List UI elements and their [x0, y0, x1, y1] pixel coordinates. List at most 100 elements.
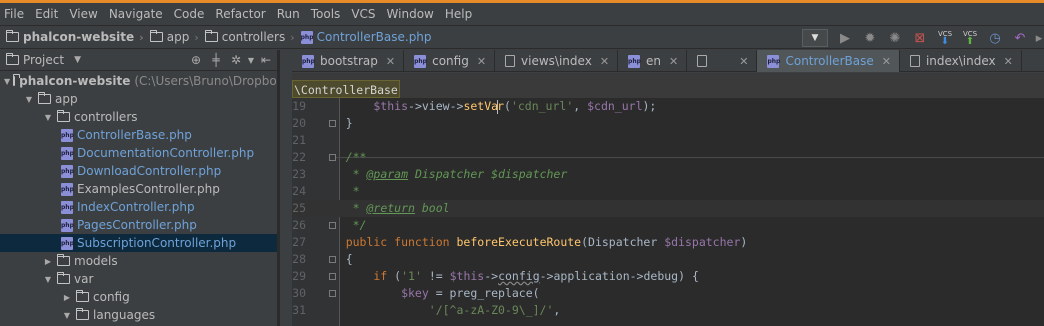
panel-divider[interactable] — [277, 50, 280, 326]
code-lines: 19 $this->view->setVar('cdn_url', $cdn_u… — [292, 98, 1044, 319]
code-line: 27 public function beforeExecuteRoute(Di… — [292, 234, 1044, 251]
chevron-right-icon[interactable]: ▶ — [61, 293, 73, 302]
php-file-icon: php — [61, 164, 74, 178]
coverage-icon[interactable]: ✺ — [884, 27, 906, 49]
debug-icon[interactable]: ✹ — [859, 27, 881, 49]
breadcrumb-item[interactable]: app › — [149, 30, 199, 44]
code-text: public function beforeExecuteRoute(Dispa… — [318, 234, 748, 251]
run-icon[interactable]: ▶ — [834, 27, 856, 49]
editor-tab[interactable]: php bootstrap ✕ — [292, 50, 405, 72]
menu-item-vcs[interactable]: VCS — [347, 7, 379, 21]
editor-tab[interactable]: ✕ — [687, 50, 758, 72]
close-icon[interactable]: ✕ — [669, 55, 678, 68]
tree-item[interactable]: php DownloadController.php — [0, 162, 277, 180]
folder-icon — [149, 30, 163, 42]
line-number: 20 — [292, 116, 306, 130]
overflow-icon[interactable]: ▸ — [1034, 27, 1044, 49]
tree-item[interactable]: php IndexController.php — [0, 198, 277, 216]
php-file-icon: php — [628, 54, 641, 68]
menu-item-file[interactable]: File — [0, 7, 28, 21]
chevron-down-icon[interactable]: ▼ — [4, 77, 10, 86]
editor-tab[interactable]: php config ✕ — [404, 50, 496, 72]
breadcrumb-item[interactable]: php ControllerBase.php — [300, 30, 432, 44]
tree-item-label: SubscriptionController.php — [77, 236, 237, 250]
tree-item-label: controllers — [74, 110, 138, 124]
code-token: , — [573, 99, 588, 113]
editor-tab[interactable]: index\index ✕ — [900, 50, 1022, 72]
tree-item[interactable]: php ControllerBase.php — [0, 126, 277, 144]
tree-item[interactable]: ▶ config — [0, 288, 277, 306]
menu-item-view[interactable]: View — [65, 7, 101, 21]
chevron-down-icon[interactable]: ▼ — [42, 113, 54, 122]
code-token: beforeExecuteRoute — [456, 235, 582, 249]
line-number: 23 — [292, 167, 306, 181]
project-view-selector[interactable]: Project ▼ — [6, 53, 186, 67]
tree-item[interactable]: ▶ models — [0, 252, 277, 270]
breadcrumb-item[interactable]: phalcon-website › — [6, 30, 144, 44]
code-editor[interactable]: \ControllerBase 19 $this->view->setVar('… — [292, 73, 1044, 326]
collapse-icon[interactable]: ╪ — [206, 53, 226, 67]
code-line: 21 — [292, 132, 1044, 149]
class-breadcrumb[interactable]: \ControllerBase — [292, 80, 400, 98]
code-token: @param — [366, 167, 409, 181]
close-icon[interactable]: ✕ — [477, 55, 486, 68]
run-configuration-dropdown[interactable]: ▼ — [802, 29, 828, 47]
editor-tab[interactable]: php ControllerBase ✕ — [757, 50, 900, 72]
project-tree: ▼ phalcon-website(C:\Users\Bruno\Dropbox\… — [0, 72, 277, 326]
chevron-down-icon[interactable]: ▼ — [61, 311, 73, 320]
breadcrumb-label: phalcon-website — [23, 30, 135, 44]
vcs-update-icon[interactable]: VCS ⬇ — [934, 27, 956, 49]
code-token: $cdn_url — [587, 99, 643, 113]
chevron-right-icon[interactable]: ▶ — [42, 257, 54, 266]
tree-item[interactable]: php PagesController.php — [0, 216, 277, 234]
tree-item[interactable]: ▼ controllers — [0, 108, 277, 126]
tree-item-label: DownloadController.php — [77, 164, 222, 178]
close-icon[interactable]: ✕ — [882, 55, 891, 68]
php-file-icon: php — [61, 236, 74, 250]
tree-item-label: IndexController.php — [77, 200, 195, 214]
hide-icon[interactable]: ⇤ — [256, 53, 276, 67]
sync-icon[interactable]: ⊕ — [186, 53, 206, 67]
breadcrumb-label: ControllerBase.php — [316, 30, 432, 44]
code-token: setVa — [463, 99, 499, 113]
tree-item[interactable]: ▼ phalcon-website(C:\Users\Bruno\Dropbox\… — [0, 72, 277, 90]
close-icon[interactable]: ✕ — [600, 55, 609, 68]
close-icon[interactable]: ✕ — [386, 55, 395, 68]
menu-item-run[interactable]: Run — [273, 7, 304, 21]
php-file-icon: php — [61, 128, 74, 142]
history-icon[interactable]: ◷ — [984, 27, 1006, 49]
menu-item-refactor[interactable]: Refactor — [211, 7, 269, 21]
tree-item[interactable]: php DocumentationController.php — [0, 144, 277, 162]
breadcrumb-label: controllers — [221, 30, 286, 44]
code-line: 24 * — [292, 183, 1044, 200]
close-icon[interactable]: ✕ — [739, 55, 748, 68]
menu-item-help[interactable]: Help — [441, 7, 476, 21]
code-token: ); — [642, 99, 657, 113]
chevron-down-icon[interactable]: ▼ — [246, 56, 256, 65]
breadcrumb-item[interactable]: controllers › — [204, 30, 295, 44]
tree-item[interactable]: ▼ app — [0, 90, 277, 108]
menu-item-navigate[interactable]: Navigate — [105, 7, 167, 21]
editor-tab[interactable]: views\index ✕ — [495, 50, 619, 72]
chevron-down-icon[interactable]: ▼ — [23, 95, 35, 104]
tree-item[interactable]: php ExamplesController.php — [0, 180, 277, 198]
tree-item[interactable]: ▼ languages — [0, 306, 277, 324]
menu-item-tools[interactable]: Tools — [307, 7, 345, 21]
editor-tab[interactable]: php en ✕ — [618, 50, 688, 72]
code-token: $key — [318, 286, 429, 300]
menu-item-code[interactable]: Code — [170, 7, 209, 21]
settings-icon[interactable]: ✲ — [226, 53, 246, 67]
stop-icon[interactable]: ⊠ — [909, 27, 931, 49]
revert-icon[interactable]: ↶ — [1009, 27, 1031, 49]
code-token: '1' — [401, 269, 422, 283]
tree-item[interactable]: ▼ var — [0, 270, 277, 288]
vcs-commit-icon[interactable]: VCS ⬆ — [959, 27, 981, 49]
chevron-right-icon: › — [290, 30, 295, 44]
menu-item-window[interactable]: Window — [383, 7, 438, 21]
close-icon[interactable]: ✕ — [1004, 55, 1013, 68]
menu-item-edit[interactable]: Edit — [31, 7, 62, 21]
code-token: /** — [318, 150, 367, 164]
tree-item[interactable]: php SubscriptionController.php — [0, 234, 277, 252]
code-token: ( — [504, 99, 511, 113]
chevron-down-icon[interactable]: ▼ — [42, 275, 54, 284]
